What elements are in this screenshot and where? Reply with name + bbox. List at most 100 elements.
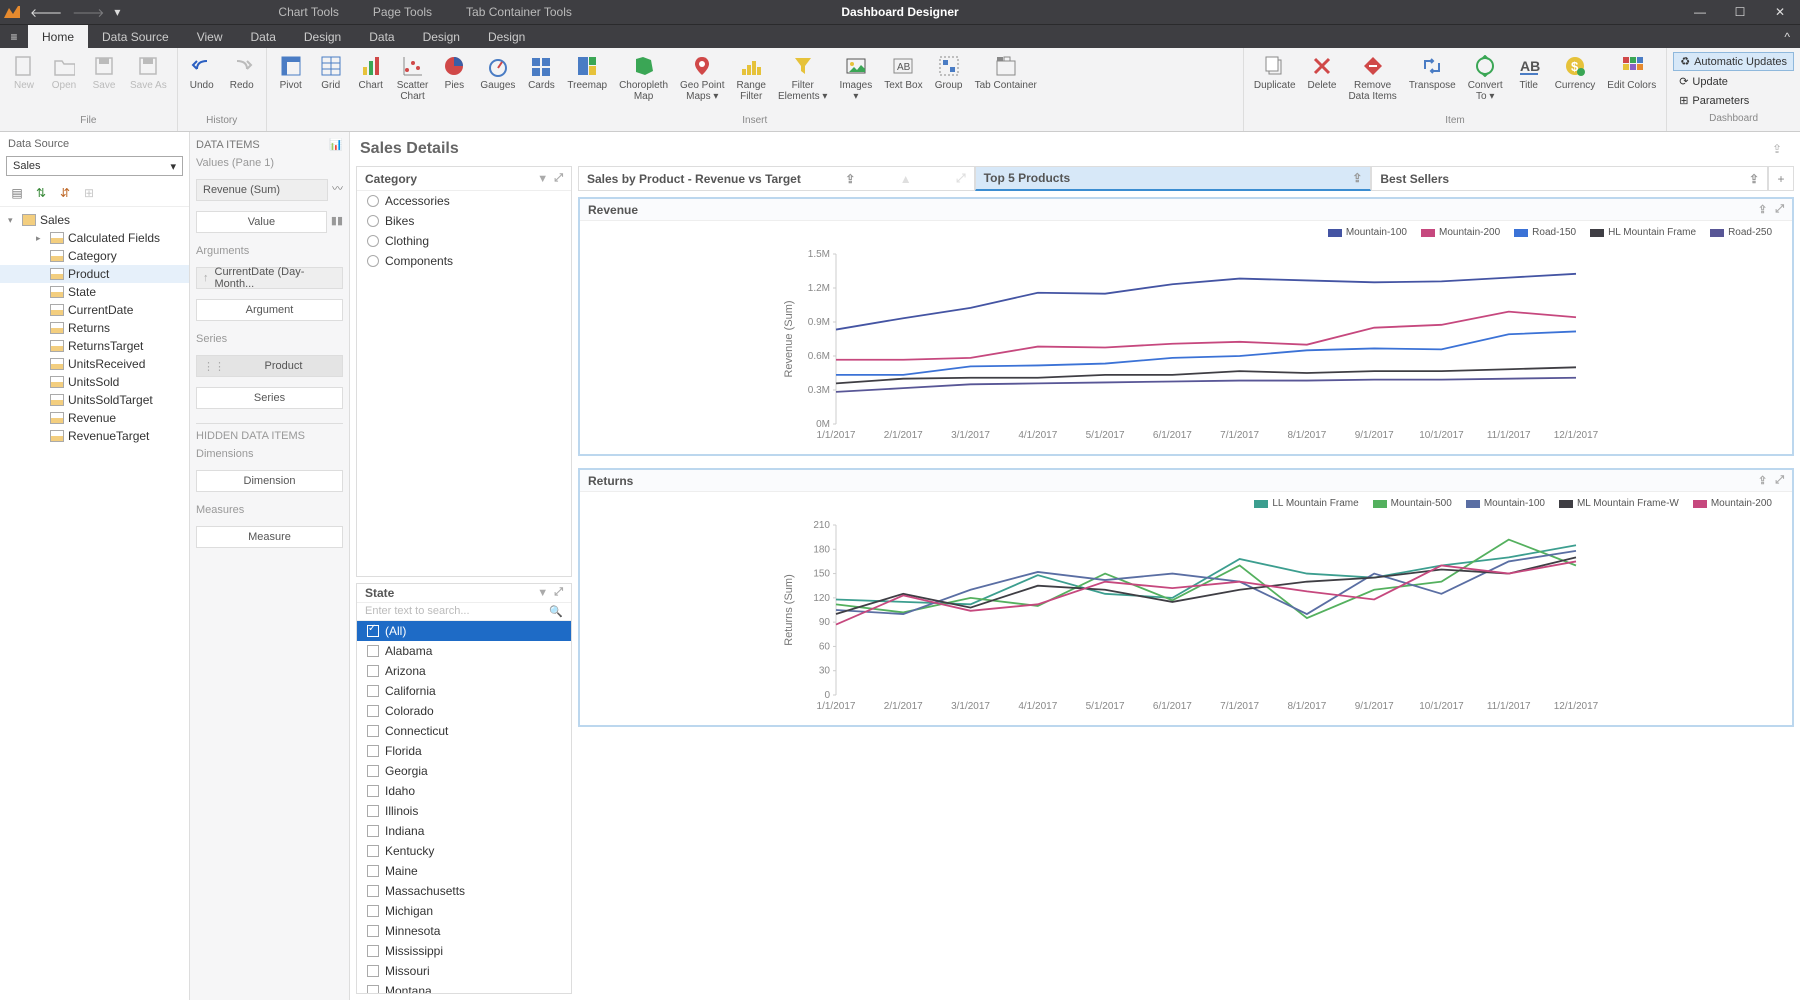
state-option-indiana[interactable]: Indiana <box>357 821 571 841</box>
ribbon-choropleth-button[interactable]: ChoroplethMap <box>613 52 674 104</box>
state-option-missouri[interactable]: Missouri <box>357 961 571 981</box>
qat-back-icon[interactable]: 🡐 <box>30 5 62 20</box>
value-placeholder[interactable]: Value <box>196 211 327 233</box>
menu-tab-view-2[interactable]: View <box>183 25 237 49</box>
ribbon-title-button[interactable]: ABTitle <box>1509 52 1549 93</box>
measure-placeholder[interactable]: Measure <box>196 526 343 548</box>
ds-sort-asc-icon[interactable]: ⇅ <box>32 184 50 202</box>
tree-node-calculated-fields[interactable]: ▸Calculated Fields <box>0 229 189 247</box>
tree-node-currentdate[interactable]: CurrentDate <box>0 301 189 319</box>
state-option-massachusetts[interactable]: Massachusetts <box>357 881 571 901</box>
filter-icon[interactable]: ▼ <box>537 587 548 599</box>
tree-node-revenue[interactable]: Revenue <box>0 409 189 427</box>
menu-tab-data-5[interactable]: Data <box>355 25 408 49</box>
state-option-kentucky[interactable]: Kentucky <box>357 841 571 861</box>
export-icon[interactable]: ⇪ <box>1749 172 1759 186</box>
ds-sort-desc-icon[interactable]: ⇵ <box>56 184 74 202</box>
state-option-idaho[interactable]: Idaho <box>357 781 571 801</box>
ribbon-save-button[interactable]: Save <box>84 52 124 93</box>
state-option-mississippi[interactable]: Mississippi <box>357 941 571 961</box>
ribbon-cards-button[interactable]: Cards <box>521 52 561 93</box>
state-option-colorado[interactable]: Colorado <box>357 701 571 721</box>
category-option-bikes[interactable]: Bikes <box>357 211 571 231</box>
series-placeholder[interactable]: Series <box>196 387 343 409</box>
export-icon[interactable]: ⇪ <box>845 172 855 186</box>
qat-forward-icon[interactable]: 🡒 <box>72 5 104 20</box>
argument-placeholder[interactable]: Argument <box>196 299 343 321</box>
ribbon-dup-button[interactable]: Duplicate <box>1248 52 1302 93</box>
ribbon-textbox-button[interactable]: ABText Box <box>878 52 928 93</box>
category-option-components[interactable]: Components <box>357 251 571 271</box>
tree-node-revenuetarget[interactable]: RevenueTarget <box>0 427 189 445</box>
ribbon-autoupd-button[interactable]: ♻Automatic Updates <box>1673 52 1794 71</box>
ribbon-del-button[interactable]: Delete <box>1302 52 1343 93</box>
tool-tab-chart[interactable]: Chart Tools <box>266 0 350 24</box>
state-option-illinois[interactable]: Illinois <box>357 801 571 821</box>
qat-menu-icon[interactable]: ▾ <box>114 5 120 20</box>
export-icon[interactable]: ⇪ <box>1352 171 1362 185</box>
dashboard-tab-0[interactable]: Sales by Product - Revenue vs Target⇪▲⤢ <box>578 166 975 191</box>
ribbon-new-button[interactable]: New <box>4 52 44 93</box>
line-type-icon[interactable]: 〰 <box>332 180 343 196</box>
tree-node-returns[interactable]: Returns <box>0 319 189 337</box>
state-option-michigan[interactable]: Michigan <box>357 901 571 921</box>
ribbon-pies-button[interactable]: Pies <box>434 52 474 93</box>
tree-root-sales[interactable]: ▾Sales <box>0 211 189 229</box>
state-option-minnesota[interactable]: Minnesota <box>357 921 571 941</box>
bar-type-icon[interactable]: ▮▮ <box>331 214 343 227</box>
tree-node-returnstarget[interactable]: ReturnsTarget <box>0 337 189 355</box>
menu-tab-design-6[interactable]: Design <box>409 25 474 49</box>
file-menu-icon[interactable]: ≡ <box>0 30 28 44</box>
ds-tool-1-icon[interactable]: ▤ <box>8 184 26 202</box>
state-option-alabama[interactable]: Alabama <box>357 641 571 661</box>
menu-tab-data-source-1[interactable]: Data Source <box>88 25 183 49</box>
expand-icon[interactable]: ⤢ <box>956 171 966 186</box>
expand-icon[interactable]: ⤢ <box>554 172 563 185</box>
tool-tab-page[interactable]: Page Tools <box>361 0 444 24</box>
datasource-select[interactable]: Sales ▾ <box>6 156 183 176</box>
ribbon-update-button[interactable]: ⟳Update <box>1673 73 1794 90</box>
tree-node-unitsreceived[interactable]: UnitsReceived <box>0 355 189 373</box>
ribbon-gauges-button[interactable]: Gauges <box>474 52 521 93</box>
expand-icon[interactable]: ⤢ <box>554 586 563 599</box>
ribbon-convertto-button[interactable]: ConvertTo ▾ <box>1462 52 1509 104</box>
ribbon-transpose-button[interactable]: Transpose <box>1403 52 1462 93</box>
tree-node-category[interactable]: Category <box>0 247 189 265</box>
tree-node-unitssoldtarget[interactable]: UnitsSoldTarget <box>0 391 189 409</box>
ribbon-collapse-icon[interactable]: ^ <box>1774 30 1800 44</box>
ribbon-remdata-button[interactable]: RemoveData Items <box>1342 52 1402 104</box>
state-option-all[interactable]: (All) <box>357 621 571 641</box>
maximize-button[interactable]: ☐ <box>1720 5 1760 19</box>
tree-node-product[interactable]: Product <box>0 265 189 283</box>
ribbon-tabcont-button[interactable]: Tab Container <box>969 52 1043 93</box>
state-option-montana[interactable]: Montana <box>357 981 571 993</box>
ribbon-treemap-button[interactable]: Treemap <box>561 52 613 93</box>
tree-node-state[interactable]: State <box>0 283 189 301</box>
menu-tab-home-0[interactable]: Home <box>28 25 88 49</box>
ribbon-params-button[interactable]: ⊞Parameters <box>1673 92 1794 109</box>
state-option-georgia[interactable]: Georgia <box>357 761 571 781</box>
expand-icon[interactable]: ⤢ <box>1775 474 1784 487</box>
menu-tab-design-4[interactable]: Design <box>290 25 355 49</box>
export-icon[interactable]: ⇪ <box>1758 203 1767 216</box>
ribbon-chart-button[interactable]: Chart <box>351 52 391 93</box>
tool-tab-container[interactable]: Tab Container Tools <box>454 0 584 24</box>
state-option-maine[interactable]: Maine <box>357 861 571 881</box>
ribbon-group-button[interactable]: Group <box>929 52 969 93</box>
category-option-accessories[interactable]: Accessories <box>357 191 571 211</box>
series-slot-product[interactable]: ⋮⋮Product <box>196 355 343 377</box>
ribbon-geopoint-button[interactable]: Geo PointMaps ▾ <box>674 52 730 104</box>
close-button[interactable]: ✕ <box>1760 5 1800 19</box>
ds-tool-4-icon[interactable]: ⊞ <box>80 184 98 202</box>
ribbon-undo-button[interactable]: Undo <box>182 52 222 93</box>
state-option-connecticut[interactable]: Connecticut <box>357 721 571 741</box>
menu-tab-data-3[interactable]: Data <box>237 25 290 49</box>
ribbon-images-button[interactable]: Images▾ <box>833 52 878 104</box>
ribbon-open-button[interactable]: Open <box>44 52 84 93</box>
ribbon-editcolors-button[interactable]: Edit Colors <box>1601 52 1662 93</box>
dashboard-tab-1[interactable]: Top 5 Products⇪ <box>975 166 1372 191</box>
dimension-placeholder[interactable]: Dimension <box>196 470 343 492</box>
state-option-california[interactable]: California <box>357 681 571 701</box>
dashboard-tab-2[interactable]: Best Sellers⇪ <box>1371 166 1768 191</box>
state-option-arizona[interactable]: Arizona <box>357 661 571 681</box>
